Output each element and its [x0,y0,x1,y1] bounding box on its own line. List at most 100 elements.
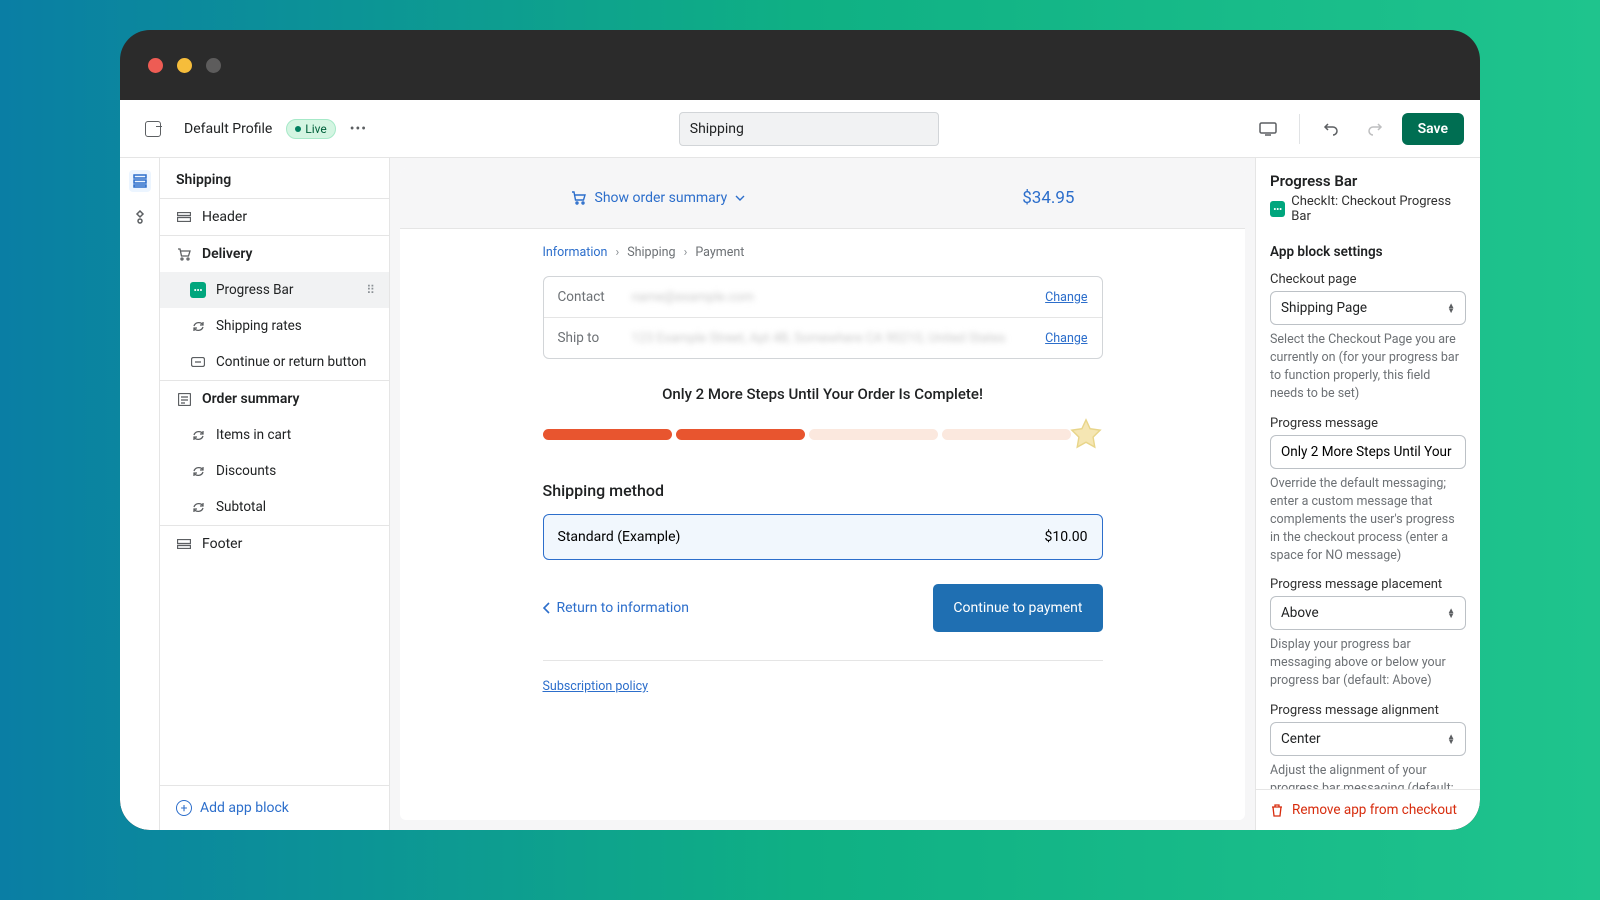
review-box: Contact name@example.com Change Ship to … [543,276,1103,359]
window-chrome [120,30,1480,100]
left-panel-title: Shipping [160,158,389,198]
block-discounts-label: Discounts [216,463,276,479]
undo-icon[interactable] [1314,112,1348,146]
shipping-method-title: Shipping method [543,481,1103,500]
list-icon [176,391,192,407]
block-continue-return[interactable]: Continue or return button [160,344,389,380]
show-summary-toggle[interactable]: Show order summary [571,190,746,206]
settings-heading: App block settings [1270,244,1466,260]
order-summary-bar: Show order summary $34.95 [400,168,1245,229]
subscription-policy-link[interactable]: Subscription policy [543,679,649,694]
crumb-shipping: Shipping [627,245,675,260]
change-shipto-link[interactable]: Change [1045,331,1087,346]
order-total: $34.95 [1022,188,1074,208]
placement-label: Progress message placement [1270,577,1466,592]
progress-message: Only 2 More Steps Until Your Order Is Co… [543,385,1103,403]
header-icon [176,209,192,225]
page-selector-input[interactable] [679,112,939,146]
block-items-in-cart[interactable]: Items in cart [160,417,389,453]
app-name: CheckIt: Checkout Progress Bar [1291,194,1466,224]
progress-segment [809,429,938,440]
alignment-label: Progress message alignment [1270,703,1466,718]
settings-title: Progress Bar [1270,172,1466,190]
left-panel: Shipping Header Delivery ••• Progress Ba… [160,158,390,830]
alignment-select[interactable]: Center ▲▼ [1270,722,1466,756]
cart-icon [571,190,587,206]
add-app-block-button[interactable]: + Add app block [160,785,389,830]
block-progress-bar[interactable]: ••• Progress Bar ⠿ [160,272,389,308]
top-bar: Default Profile Live ••• Save [120,100,1480,158]
return-link[interactable]: Return to information [543,600,690,616]
sync-icon [190,427,206,443]
show-summary-label: Show order summary [595,190,728,206]
contact-value: name@example.com [632,290,1032,305]
shipping-option[interactable]: Standard (Example) $10.00 [543,514,1103,560]
remove-app-label: Remove app from checkout [1292,802,1457,818]
block-items-label: Items in cart [216,427,291,443]
cart-icon [176,246,192,262]
section-order-summary-label: Order summary [202,391,299,407]
policy-row: Subscription policy [543,660,1103,706]
contact-label: Contact [558,289,618,305]
remove-app-button[interactable]: Remove app from checkout [1256,789,1480,830]
save-button[interactable]: Save [1402,113,1464,145]
change-contact-link[interactable]: Change [1045,290,1087,305]
settings-tab-icon[interactable] [129,206,151,228]
section-delivery[interactable]: Delivery [160,235,389,272]
sections-tab-icon[interactable] [129,170,151,192]
star-icon [1069,417,1103,451]
section-header-label: Header [202,209,247,225]
progress-message-label: Progress message [1270,416,1466,431]
checkout-page-help: Select the Checkout Page you are current… [1270,331,1466,404]
continue-button[interactable]: Continue to payment [933,584,1102,632]
progress-message-input[interactable] [1270,435,1466,469]
window-minimize-dot[interactable] [177,58,192,73]
live-badge: Live [286,119,335,139]
window-zoom-dot[interactable] [206,58,221,73]
footer-icon [176,536,192,552]
preview-area: Show order summary $34.95 Information › … [390,158,1255,830]
crumb-information[interactable]: Information [543,245,608,260]
crumb-payment: Payment [695,245,744,260]
section-header[interactable]: Header [160,199,389,235]
plus-icon: + [176,800,192,816]
section-order-summary[interactable]: Order summary [160,380,389,417]
right-panel: Progress Bar ••• CheckIt: Checkout Progr… [1255,158,1480,830]
block-progress-bar-label: Progress Bar [216,282,293,298]
sync-icon [190,318,206,334]
shipping-option-label: Standard (Example) [558,529,681,545]
drag-handle-icon[interactable]: ⠿ [366,283,373,297]
checkout-page-select[interactable]: Shipping Page ▲▼ [1270,291,1466,325]
return-label: Return to information [557,600,690,616]
profile-name: Default Profile [184,121,272,137]
viewport-icon[interactable] [1251,112,1285,146]
section-footer[interactable]: Footer [160,525,389,562]
more-menu-icon[interactable]: ••• [350,121,367,137]
checkout-page-value: Shipping Page [1281,300,1367,316]
select-chevron-icon: ▲▼ [1447,608,1455,618]
sync-icon [190,499,206,515]
placement-help: Display your progress bar messaging abov… [1270,636,1466,690]
alignment-value: Center [1281,731,1321,747]
redo-icon[interactable] [1358,112,1392,146]
progress-segment [676,429,805,440]
select-chevron-icon: ▲▼ [1447,734,1455,744]
shipto-value: 123 Example Street, Apt 4B, Somewhere CA… [632,331,1032,346]
button-icon [190,354,206,370]
progress-segment [942,429,1071,440]
trash-icon [1270,803,1284,817]
block-subtotal[interactable]: Subtotal [160,489,389,525]
app-icon: ••• [1270,201,1285,217]
progress-message-help: Override the default messaging; enter a … [1270,475,1466,566]
progress-segment [543,429,672,440]
block-shipping-rates[interactable]: Shipping rates [160,308,389,344]
shipto-label: Ship to [558,330,618,346]
select-chevron-icon: ▲▼ [1447,303,1455,313]
placement-select[interactable]: Above ▲▼ [1270,596,1466,630]
chevron-down-icon [735,195,745,201]
block-discounts[interactable]: Discounts [160,453,389,489]
sync-icon [190,463,206,479]
exit-editor-icon[interactable] [136,112,170,146]
tool-rail [120,158,160,830]
window-close-dot[interactable] [148,58,163,73]
